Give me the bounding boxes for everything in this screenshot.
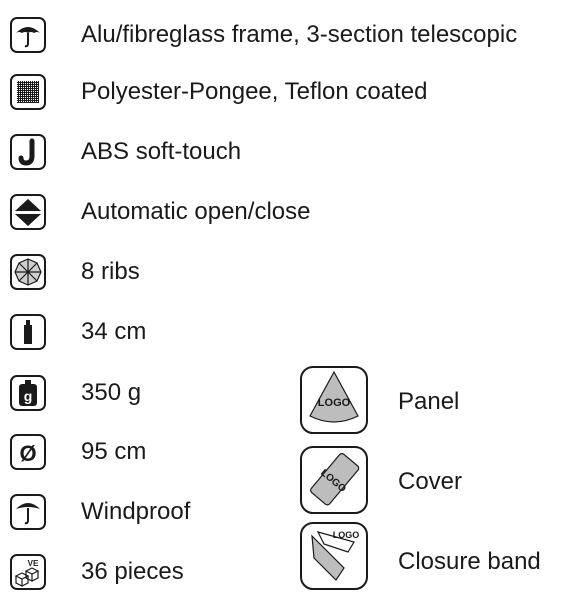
spec-label: 36 pieces (81, 558, 184, 585)
closure-logo-text: LOGO (333, 530, 360, 540)
branding-label: Cover (398, 468, 463, 495)
packing-glyph: VE (28, 559, 39, 568)
spec-label: Automatic open/close (81, 198, 311, 225)
panel-logo-text: LOGO (318, 397, 351, 409)
windproof-icon (10, 494, 46, 530)
spec-label: 8 ribs (81, 258, 140, 285)
handle-j-icon (10, 134, 46, 170)
diameter-icon: Ø (10, 434, 46, 470)
spec-label: 350 g (81, 379, 142, 406)
spec-label: Windproof (81, 498, 191, 525)
weight-glyph: g (24, 388, 33, 404)
branding-label: Closure band (398, 548, 541, 575)
weight-icon: g (10, 375, 46, 411)
spec-label: Polyester-Pongee, Teflon coated (81, 78, 428, 105)
umbrella-frame-icon (10, 17, 46, 53)
fabric-pattern-icon (10, 74, 46, 110)
spec-label: ABS soft-touch (81, 138, 242, 165)
length-icon (10, 314, 46, 350)
closure-band-logo-icon: LOGO (300, 522, 368, 590)
panel-logo-icon: LOGO (300, 366, 368, 434)
packing-unit-icon: VE (10, 554, 46, 590)
branding-label: Panel (398, 388, 460, 415)
auto-open-close-icon (10, 194, 46, 230)
spec-label: 95 cm (81, 438, 147, 465)
spec-label: 34 cm (81, 318, 147, 345)
cover-logo-icon: LOGO (300, 446, 368, 514)
diameter-glyph: Ø (19, 441, 36, 466)
spec-label: Alu/fibreglass frame, 3-section telescop… (81, 21, 518, 48)
ribs-icon (10, 254, 46, 290)
